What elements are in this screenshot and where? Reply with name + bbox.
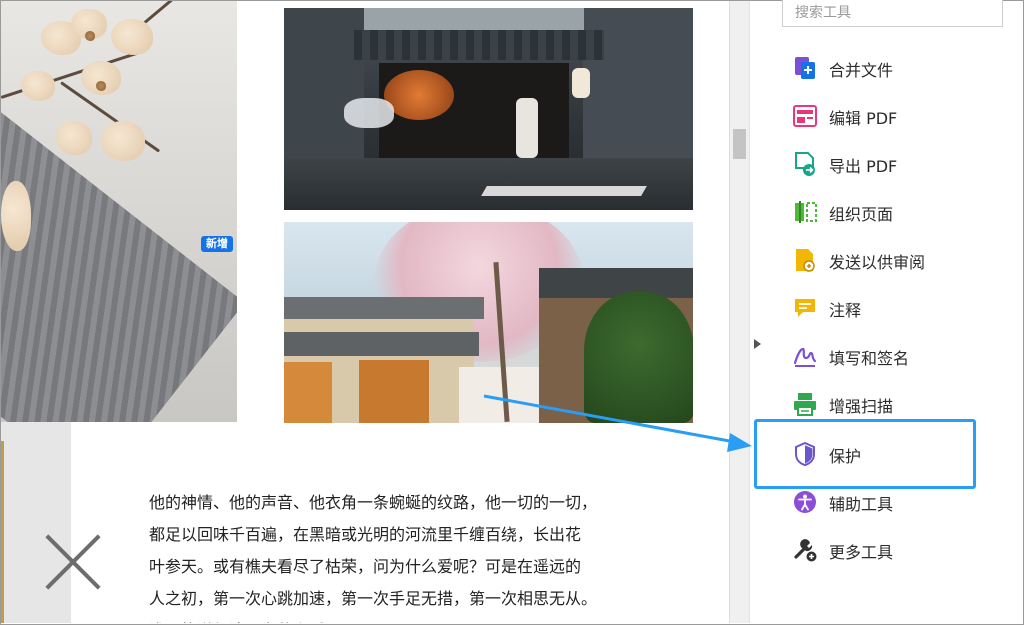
tool-organize-pages[interactable]: 组织页面	[768, 187, 1022, 235]
tool-more-tools[interactable]: 更多工具	[768, 525, 1022, 573]
tool-label: 填写和签名	[829, 349, 910, 368]
organize-pages-icon	[795, 201, 817, 223]
tool-search-input[interactable]	[782, 0, 1003, 27]
export-pdf-icon	[795, 152, 815, 176]
tool-label: 组织页面	[829, 205, 894, 224]
street-photo	[284, 8, 693, 210]
paragraph-line: 叶参天。或有樵夫看尽了枯荣，问为什么爱呢？可是在遥远的	[149, 557, 582, 576]
paragraph-line: 他的神情、他的声音、他衣角一条蜿蜒的纹路，他一切的一切，	[149, 493, 598, 512]
paragraph-line: 谁又能说得清，为什么爱呢？	[149, 615, 649, 623]
comment-icon	[795, 299, 815, 317]
paragraph-line: 人之初，第一次心跳加速，第一次手足无措，第一次相思无从。	[149, 589, 598, 608]
gold-accent-line	[1, 441, 4, 623]
tool-label: 注释	[829, 301, 862, 320]
edit-pdf-icon	[793, 105, 817, 127]
fill-sign-icon	[793, 347, 817, 367]
send-for-review-icon	[796, 249, 815, 272]
more-tools-icon	[794, 539, 817, 562]
tool-label: 发送以供审阅	[829, 253, 926, 272]
close-icon[interactable]	[41, 529, 105, 593]
tool-label: 导出 PDF	[829, 157, 898, 176]
scroll-thumb[interactable]	[733, 129, 746, 159]
new-badge: 新增	[201, 236, 233, 252]
panel-collapse-strip[interactable]	[749, 1, 768, 623]
document-paragraph: 他的神情、他的声音、他衣角一条蜿蜒的纹路，他一切的一切， 都足以回味千百遍，在黑…	[149, 487, 649, 623]
tool-label: 更多工具	[829, 543, 894, 562]
combine-files-icon	[795, 57, 815, 79]
tool-fill-sign[interactable]: 填写和签名	[768, 331, 1022, 379]
tools-panel: 合并文件 编辑 PDF 导出 PDF 组织页面	[768, 0, 1022, 623]
paragraph-line: 都足以回味千百遍，在黑暗或光明的河流里千缠百绕，长出花	[149, 525, 582, 544]
document-page: 他的神情、他的声音、他衣角一条蜿蜒的纹路，他一切的一切， 都足以回味千百遍，在黑…	[1, 1, 729, 623]
tool-label: 增强扫描	[829, 397, 894, 416]
tool-send-for-review[interactable]: 发送以供审阅	[768, 235, 1022, 283]
document-scrollbar[interactable]	[729, 1, 749, 623]
tool-comment[interactable]: 注释	[768, 283, 1022, 331]
highlight-box	[754, 419, 976, 489]
enhance-scan-icon	[794, 393, 816, 416]
tool-label: 辅助工具	[829, 495, 894, 514]
tool-export-pdf[interactable]: 导出 PDF	[768, 139, 1022, 187]
accessibility-icon	[794, 491, 816, 513]
tool-label: 合并文件	[829, 61, 894, 80]
tool-label: 编辑 PDF	[829, 109, 898, 128]
blossom-photo	[1, 1, 237, 422]
tool-edit-pdf[interactable]: 编辑 PDF	[768, 91, 1022, 139]
collapse-arrow-icon[interactable]	[754, 339, 761, 349]
house-cherry-photo	[284, 222, 693, 423]
tool-combine-files[interactable]: 合并文件	[768, 43, 1022, 91]
